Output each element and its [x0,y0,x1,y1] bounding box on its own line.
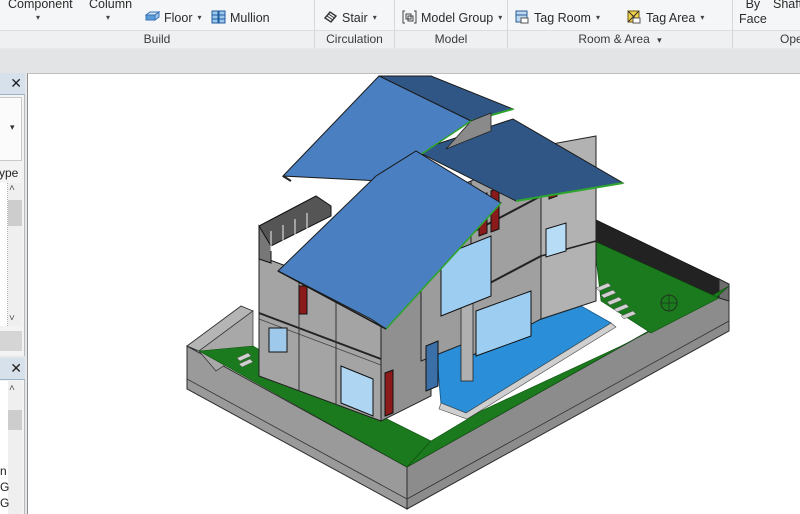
stair-icon [323,10,338,24]
by-face-line1: By [745,0,761,11]
type-selector-dropdown-icon[interactable]: ▾ [10,122,15,133]
by-face-button[interactable]: By Face [739,0,767,27]
panel-opening: By Face Shaft Ope [733,0,800,48]
tag-room-icon [515,10,530,24]
panel-room-area: Tag Room ▾ Tag Area ▾ Room & Area ▾ [508,0,733,48]
panel-build: Component ▾ Column ▾ Floor ▾ Mullion Buil… [0,0,315,48]
stair-dropdown-caret[interactable]: ▾ [373,13,377,22]
floor-icon [144,10,161,24]
type-selector[interactable]: ▾ [0,97,22,161]
project-browser-header: ✕ [0,358,25,380]
properties-close-icon[interactable]: ✕ [10,75,22,92]
room-area-expand-caret[interactable]: ▾ [657,35,662,45]
project-browser-panel: ✕ ˄ n G G [0,358,25,514]
browser-item[interactable]: G [0,480,9,494]
window [545,222,567,258]
pillar [460,300,474,382]
panel-title-model: Model [395,30,507,48]
browser-item[interactable]: G [0,496,9,510]
browser-item[interactable]: n [0,464,7,478]
column-button[interactable]: Column [89,0,132,12]
window [384,369,394,417]
ribbon-gap [0,49,800,73]
window [298,285,308,315]
room-area-title-label: Room & Area [578,32,650,46]
window [268,327,288,353]
stair-button[interactable]: Stair ▾ [323,10,377,26]
panel-circulation: Stair ▾ Circulation [315,0,395,48]
house-3d-model [186,75,730,510]
shaft-button[interactable]: Shaft [773,0,800,12]
panel-title-opening: Ope [733,30,800,48]
mullion-label: Mullion [230,11,270,25]
tag-area-dropdown-caret[interactable]: ▾ [700,13,704,22]
tag-area-button[interactable]: Tag Area ▾ [627,10,704,26]
panel-title-circulation: Circulation [315,30,394,48]
tag-area-label: Tag Area [646,11,696,25]
floor-button[interactable]: Floor ▾ [144,10,202,26]
mullion-button[interactable]: Mullion [211,10,270,26]
mullion-icon [211,10,226,24]
properties-scroll-down-icon[interactable]: ˅ [9,313,15,324]
revit-window: Component ▾ Column ▾ Floor ▾ Mullion Buil… [0,0,800,514]
tag-area-icon [627,10,642,24]
tag-room-button[interactable]: Tag Room ▾ [515,10,600,26]
properties-header: ✕ [0,73,25,95]
component-dropdown-caret[interactable]: ▾ [36,13,40,22]
model-group-label: Model Group [421,11,494,25]
model-group-icon [402,10,417,24]
properties-scroll-thumb[interactable] [8,200,22,226]
model-group-dropdown-caret[interactable]: ▾ [498,13,502,22]
project-browser-close-icon[interactable]: ✕ [10,360,22,377]
edit-type-label[interactable]: ype [0,166,18,180]
tag-room-label: Tag Room [534,11,591,25]
3d-viewport[interactable] [27,73,800,514]
stair-label: Stair [342,11,368,25]
ribbon: Component ▾ Column ▾ Floor ▾ Mullion Buil… [0,0,800,48]
floor-label: Floor [164,11,193,25]
column-dropdown-caret[interactable]: ▾ [106,13,110,22]
tag-room-dropdown-caret[interactable]: ▾ [596,13,600,22]
apply-bar[interactable] [0,331,22,351]
component-button[interactable]: Component [8,0,73,12]
by-face-line2: Face [739,12,767,26]
properties-grid [0,183,8,326]
window [425,340,439,392]
properties-scroll-up-icon[interactable]: ˄ [9,183,15,194]
panel-title-room-area[interactable]: Room & Area ▾ [508,30,732,48]
shaft-label: Shaft [773,0,800,11]
project-browser-scroll-thumb[interactable] [8,410,22,430]
properties-panel: ✕ ▾ ype ˄ ˅ [0,73,25,356]
column-label: Column [89,0,133,11]
project-browser-scroll-up-icon[interactable]: ˄ [9,383,15,394]
panel-title-build: Build [0,30,314,48]
component-label: Component [8,0,73,11]
project-browser-tree [0,381,8,514]
floor-dropdown-caret[interactable]: ▾ [197,13,201,22]
model-group-button[interactable]: Model Group ▾ [402,10,502,26]
project-browser-scrollbar[interactable] [8,381,22,514]
panel-model: Model Group ▾ Model [395,0,508,48]
